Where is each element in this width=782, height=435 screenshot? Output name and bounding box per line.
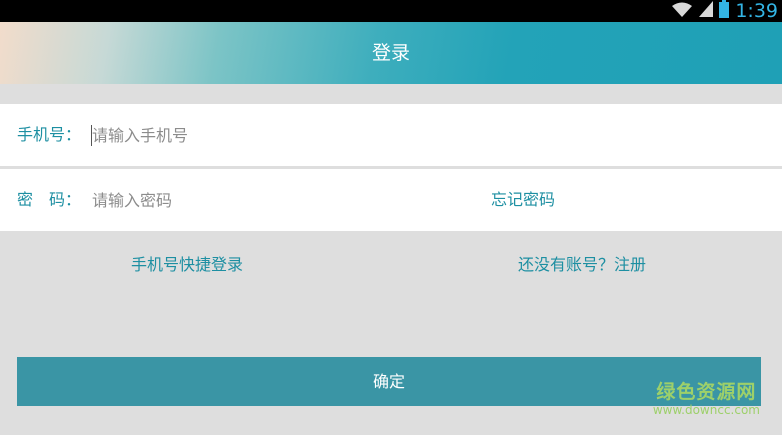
- status-icons: 1:39: [671, 0, 778, 22]
- text-cursor: [91, 125, 92, 146]
- battery-icon: [719, 0, 730, 22]
- quick-login-link[interactable]: 手机号快捷登录: [131, 253, 243, 277]
- password-row: 密 码： 忘记密码: [0, 169, 782, 231]
- app-header: 登录: [0, 22, 782, 84]
- watermark-url: www.downcc.com: [652, 403, 760, 417]
- page-title: 登录: [371, 42, 410, 64]
- status-bar: 1:39: [0, 0, 782, 22]
- wifi-icon: [671, 1, 693, 21]
- confirm-button[interactable]: 确定: [17, 357, 761, 406]
- forgot-password-link[interactable]: 忘记密码: [491, 169, 555, 231]
- signal-icon: [699, 1, 714, 21]
- phone-input[interactable]: [92, 120, 472, 150]
- watermark: 绿色资源网 www.downcc.com: [653, 381, 760, 417]
- phone-row: 手机号：: [0, 104, 782, 166]
- password-label: 密 码：: [17, 190, 82, 209]
- watermark-text: 绿色资源网: [656, 381, 757, 403]
- status-time: 1:39: [735, 0, 778, 22]
- register-link[interactable]: 还没有账号？注册: [518, 253, 646, 277]
- phone-label: 手机号：: [17, 125, 82, 144]
- password-input[interactable]: [92, 185, 472, 215]
